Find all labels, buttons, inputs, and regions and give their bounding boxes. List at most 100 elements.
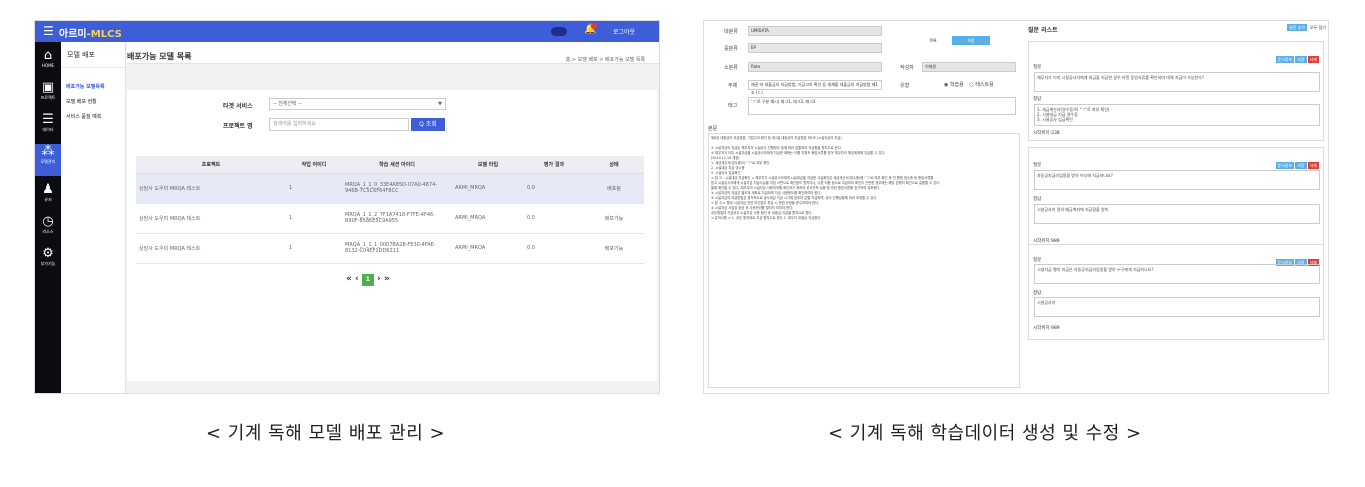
rail-item-project[interactable]: ▣ 프로젝트 <box>35 80 61 108</box>
target-service-label: 타겟 서비스 <box>223 103 253 110</box>
database-icon: ☰ <box>42 112 54 127</box>
writer-label: 작성자 <box>900 65 914 71</box>
select-value: -- 전체선택 -- <box>273 101 302 107</box>
sub-category-field[interactable]: Rate <box>748 62 882 72</box>
clock-icon: ◷ <box>42 214 54 229</box>
collapse-all-button[interactable]: 모두 접기 <box>1308 24 1328 31</box>
type-label: 유형 <box>900 83 910 89</box>
qa-card: 문서정보 저장 삭제 질문 채무자가 이미 시설공사자에게 대금을 지급한 경우 어… <box>1028 41 1324 141</box>
col-status[interactable]: 상태 <box>584 156 644 174</box>
question-field[interactable]: 채무자가 이미 시설공사자에게 대금을 지급한 경우 어떤 증빙서류를 확인하여… <box>1034 72 1320 92</box>
caption-right: < 기계 독해 학습데이터 생성 및 수정 > <box>828 423 1142 444</box>
prev-page-button[interactable]: ‹ <box>355 274 359 284</box>
rail-item-settings[interactable]: ⚙ 부가기능 <box>35 246 61 274</box>
save-button[interactable]: 저장 <box>952 36 990 45</box>
answer-field[interactable]: 시설공사자 명의 예금계좌에 지급함을 원칙 <box>1034 204 1320 224</box>
page-title: 배포가능 모델 목록 <box>127 52 192 61</box>
cell-type: ARMI_MRQA <box>452 233 524 264</box>
doc-info-button[interactable]: 문서정보 <box>1275 56 1295 63</box>
add-question-button[interactable]: 질문 추가 <box>1287 24 1307 31</box>
project-search-input[interactable]: 검색어를 입력하세요 <box>269 118 409 131</box>
card-save-button[interactable]: 저장 <box>1295 56 1307 63</box>
menu-icon[interactable]: ☰ <box>43 24 54 38</box>
question-field[interactable]: 시설자금 행의 지급은 자동공지금리엄정을 받아 누구에게 지급하나요? <box>1034 264 1320 284</box>
first-page-button[interactable]: « <box>346 274 352 284</box>
sub-category-label: 소분류 <box>724 65 738 71</box>
radio-test[interactable]: ○ 테스트용 <box>969 82 993 88</box>
logout-link[interactable]: 로그아웃 <box>613 27 635 36</box>
search-button[interactable]: Q 조회 <box>411 118 445 131</box>
cell-project: 상담사 도우미 MRQA 테스트 <box>136 233 286 264</box>
rail-label: 모델관리 <box>40 159 56 164</box>
model-table: 프로젝트 작업 아이디 학습 세션 아이디 모델 타입 평가 결과 상태 상담사… <box>136 156 644 264</box>
briefcase-icon: ▣ <box>41 80 55 95</box>
cell-session: MRQA_1_1_0_33E4A85D-07A0-4874- 946B-7C5C6… <box>342 173 452 204</box>
doc-info-button[interactable]: 문서정보 <box>1275 162 1295 169</box>
question-label: 질문 <box>1033 163 1042 168</box>
col-model-type[interactable]: 모델 타입 <box>452 156 524 174</box>
question-label: 질문 <box>1033 65 1042 70</box>
table-row[interactable]: 상담사 도우미 MRQA 테스트 1 MRQA_1_1_2_7F1A7418-F… <box>136 203 644 234</box>
rail-item-resource[interactable]: ◷ 리소스 <box>35 214 61 242</box>
rail-item-model[interactable]: ⁂ 모델관리 <box>35 144 61 176</box>
col-job-id[interactable]: 작업 아이디 <box>286 156 342 174</box>
next-page-button[interactable]: › <box>377 274 381 284</box>
radio-train[interactable]: ◉ 학습용 <box>944 82 964 88</box>
rail-label: 데이터 <box>42 127 54 132</box>
model-deploy-screen: ☰ 아르미-MLCS 🔔 로그아웃 ⌂ HOME ▣ 프로젝트 ☰ 데이터 ⁂ 모델관리… <box>34 20 660 394</box>
rail-item-user[interactable]: ♟ 유저 <box>35 182 61 210</box>
rail-label: 부가기능 <box>40 261 56 266</box>
notification-badge <box>591 23 597 29</box>
answer-label: 정답 <box>1033 291 1042 296</box>
card-delete-button[interactable]: 삭제 <box>1307 162 1319 169</box>
question-label: 질문 <box>1033 258 1042 263</box>
user-icon: ♟ <box>42 182 54 197</box>
theme-toggle[interactable] <box>551 27 567 36</box>
brand-suffix: -MLCS <box>86 29 122 40</box>
card-actions: 문서정보 저장 삭제 <box>1275 46 1319 65</box>
radio-label: 학습용 <box>949 82 964 88</box>
target-service-select[interactable]: -- 전체선택 -- ▼ <box>269 98 446 110</box>
tag-field[interactable]: 'ㄱ'로 구분 예시) 태그1, 태그2, 태그3 <box>748 97 1016 115</box>
breadcrumb: 홈 > 모델 배포 > 배포가능 모델 목록 <box>565 57 645 63</box>
subnav-item-status[interactable]: 모델 배포 현황 <box>66 99 97 106</box>
input-placeholder: 검색어를 입력하세요 <box>273 121 316 127</box>
qa-card: 문서정보 저장 삭제 질문 시설자금 행의 지급은 자동공지금리엄정을 받아 누구에… <box>1028 244 1324 340</box>
answer-label: 정답 <box>1033 97 1042 102</box>
answer-field[interactable]: 1. 세금계산서(영수증)이 "ㄱ"로 여부 확인) 2. 시설대금 지급 영수증… <box>1034 104 1320 126</box>
subject-field[interactable]: 채권·자 대출금의 지급방법, 기금고의 확인 등 게재할 대출금의 지급방법 … <box>748 80 882 95</box>
cell-type: ARMI_MRQA <box>452 203 524 234</box>
cell-project: 상담사 도우미 MRQA 테스트 <box>136 173 286 204</box>
subnav-item-deployable[interactable]: 배포가능 모델목록 <box>66 84 105 91</box>
table-row[interactable]: 상담사 도우미 MRQA 테스트 1 MRQA_1_1_0_33E4A85D-0… <box>136 173 644 204</box>
pagination: « ‹ 1 › » <box>346 274 390 286</box>
rail-label: 리소스 <box>42 229 54 234</box>
subnav-item-quality[interactable]: 서비스 품질 예측 <box>66 114 101 121</box>
main-category-field[interactable]: UMIDATA <box>748 26 882 36</box>
page-1-button[interactable]: 1 <box>361 274 374 286</box>
mid-category-field[interactable]: EP <box>748 43 882 53</box>
cell-status: 배포됨 <box>584 173 644 204</box>
subject-label: 주제 <box>728 83 738 89</box>
col-session-id[interactable]: 학습 세션 아이디 <box>342 156 452 174</box>
card-delete-button[interactable]: 삭제 <box>1307 56 1319 63</box>
question-field[interactable]: 자동공지금리엄정을 받아 어디에 지급하나요? <box>1034 170 1320 190</box>
col-project[interactable]: 프로젝트 <box>136 156 286 174</box>
col-score[interactable]: 평가 결과 <box>524 156 584 174</box>
last-page-button[interactable]: » <box>384 274 390 284</box>
card-save-button[interactable]: 저장 <box>1295 162 1307 169</box>
cell-job: 1 <box>286 173 342 204</box>
cell-job: 1 <box>286 203 342 234</box>
rail-item-home[interactable]: ⌂ HOME <box>35 48 61 76</box>
top-bar: ☰ 아르미-MLCS 🔔 로그아웃 <box>35 21 659 42</box>
sub-nav: 모델 배포 배포가능 모델목록 모델 배포 현황 서비스 품질 예측 <box>61 42 126 393</box>
rail-item-data[interactable]: ☰ 데이터 <box>35 112 61 140</box>
qa-card: 문서정보 저장 삭제 질문 자동공지금리엄정을 받아 어디에 지급하나요? 정답 시… <box>1028 147 1324 251</box>
list-button[interactable]: 목록 <box>914 36 952 45</box>
body-textarea[interactable]: 제6장 대출금의 지급방법, 기업고의 확인 등 제1절 대출금의 지급방법 제… <box>708 133 1020 388</box>
cell-score: 0.0 <box>524 203 584 234</box>
table-row[interactable]: 상담사 도우미 MRQA 테스트 1 MRQA_1_1_1_0007BA28-F… <box>136 233 644 264</box>
brand-logo: 아르미-MLCS <box>59 25 122 40</box>
cell-project: 상담사 도우미 MRQA 테스트 <box>136 203 286 234</box>
answer-field[interactable]: 시설공사자 <box>1034 297 1320 317</box>
